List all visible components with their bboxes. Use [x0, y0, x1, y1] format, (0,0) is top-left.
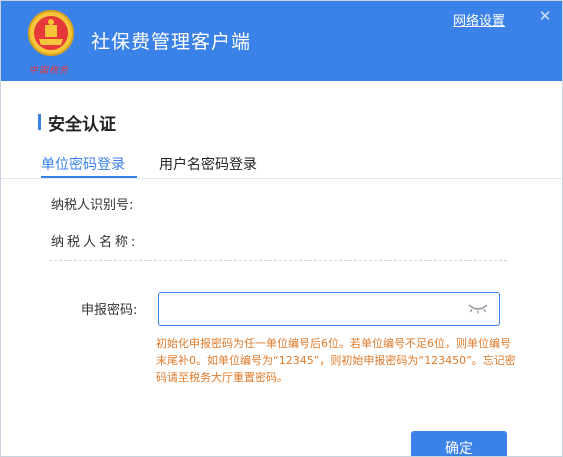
- eye-closed-icon[interactable]: [467, 301, 489, 315]
- tab-divider: [1, 178, 562, 179]
- login-window: 中国税务 社保费管理客户端 网络设置 ✕ 安全认证 单位密码登录 用户名密码登录…: [0, 0, 563, 457]
- section-title-accent: [38, 114, 41, 130]
- taxpayer-name-label: 纳税人名称:: [51, 235, 139, 250]
- tab-unit-password-login[interactable]: 单位密码登录: [41, 154, 125, 174]
- confirm-button[interactable]: 确定: [411, 431, 507, 456]
- tax-emblem-icon: [28, 10, 74, 56]
- taxpayer-id-label: 纳税人识别号:: [51, 198, 134, 213]
- info-divider: [49, 260, 507, 261]
- declaration-password-input[interactable]: [158, 292, 500, 326]
- close-icon[interactable]: ✕: [536, 7, 554, 25]
- section-title: 安全认证: [48, 115, 116, 135]
- logo-caption: 中国税务: [29, 66, 70, 76]
- tab-username-password-login[interactable]: 用户名密码登录: [159, 154, 257, 174]
- title-bar: 中国税务 社保费管理客户端 网络设置 ✕: [1, 1, 562, 81]
- declaration-password-label: 申报密码:: [81, 303, 138, 318]
- password-hint: 初始化申报密码为任一单位编号后6位。若单位编号不足6位，则单位编号末尾补0。如单…: [156, 337, 516, 384]
- app-title: 社保费管理客户端: [91, 31, 252, 53]
- network-settings-link[interactable]: 网络设置: [453, 10, 505, 29]
